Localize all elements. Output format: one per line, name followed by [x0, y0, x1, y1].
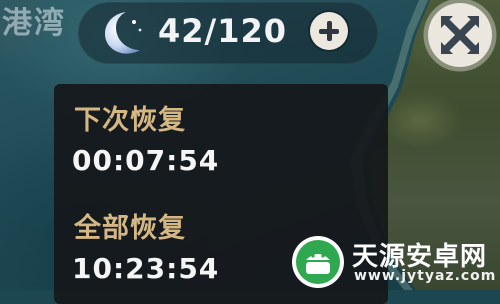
- android-logo-icon: [292, 236, 344, 288]
- resin-count: 42/120: [158, 12, 288, 50]
- next-recovery-label: 下次恢复: [74, 105, 186, 136]
- crescent-moon-icon: [104, 12, 142, 54]
- watermark-site-url: www.jytyaz.com: [354, 268, 497, 284]
- map-region-title: 港湾: [2, 6, 66, 41]
- site-watermark: 天源安卓网 www.jytyaz.com: [292, 232, 500, 290]
- add-resin-button[interactable]: [310, 12, 348, 50]
- close-x-icon: [441, 16, 479, 54]
- full-recovery-label: 全部恢复: [74, 213, 186, 244]
- next-recovery-time: 00:07:54: [72, 144, 220, 177]
- full-recovery-time: 10:23:54: [72, 252, 220, 285]
